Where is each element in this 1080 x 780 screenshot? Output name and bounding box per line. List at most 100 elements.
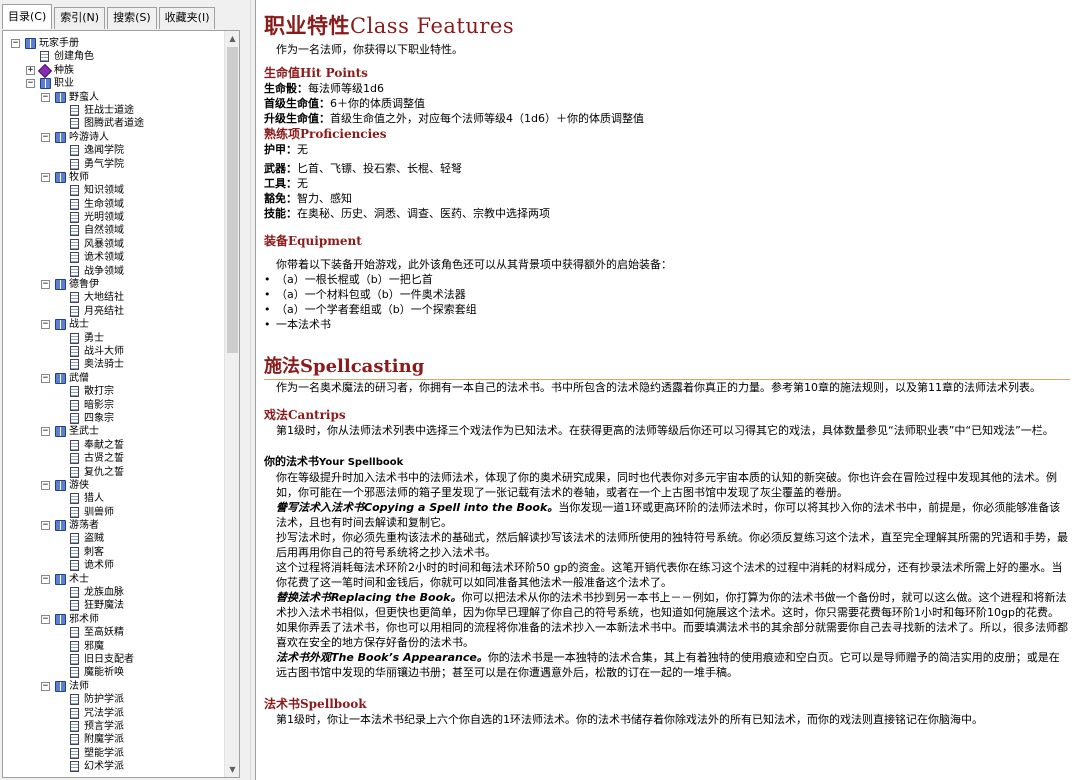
spellbook-para-1: 你在等级提升时加入法术书中的法师法术，体现了你的奥术研究成果，同时也代表你对多元… [276,471,1057,499]
tree-item[interactable]: 驯兽师 [3,506,223,519]
tree-item[interactable]: − 野蛮人 [3,91,223,104]
title-en: Class Features [350,14,515,38]
tree-item[interactable]: + 种族 [3,63,223,78]
tree-item[interactable]: − 玩家手册 [3,37,223,50]
tree-item[interactable]: 四象宗 [3,412,223,425]
tree-item[interactable]: − 牧师 [3,171,223,184]
collapse-icon[interactable]: − [41,172,50,182]
tree-item[interactable]: 盗贼 [3,532,223,545]
tree-item[interactable]: 狂战士道途 [3,104,223,117]
tree-item[interactable]: 复仇之誓 [3,466,223,479]
spellbook-text: 第1级时，你让一本法术书纪录上六个你自选的1环法师法术。你的法术书储存着你除戏法… [276,713,983,726]
tree-item[interactable]: 塑能学派 [3,747,223,760]
tree-scrollbar[interactable]: ▲ ▼ [224,31,239,777]
tree-item[interactable]: 奥法骑士 [3,358,223,371]
your-spellbook-heading-en: Your Spellbook [319,457,404,468]
tree-item[interactable]: 猎人 [3,492,223,505]
collapse-icon[interactable]: − [26,79,35,89]
page-icon [70,399,79,411]
tree-item[interactable]: − 邪术师 [3,613,223,626]
collapse-icon[interactable]: − [41,480,50,490]
tree-item-label: 武僧 [69,372,89,384]
tree-item[interactable]: 自然领域 [3,224,223,237]
tree-item[interactable]: − 游荡者 [3,519,223,532]
tree-item[interactable]: − 职业 [3,77,223,90]
tree-item-label: 散打宗 [84,386,114,398]
tree-item[interactable]: 图腾武者道途 [3,117,223,130]
tree-item[interactable]: 诡术师 [3,559,223,572]
tree-item[interactable]: 预言学派 [3,720,223,733]
tree-item[interactable]: 幻术学派 [3,760,223,773]
tree-item[interactable]: − 术士 [3,573,223,586]
tree-item[interactable]: − 德鲁伊 [3,278,223,291]
tree-item[interactable]: 光明领域 [3,211,223,224]
book-icon [55,131,66,143]
collapse-icon[interactable]: − [41,92,50,102]
collapse-icon[interactable]: − [41,574,50,584]
equipment-list: • （a）一根长棍或（b）一把匕首 • （a）一个材料包或（b）一件奥术法器 • （a）一… [264,272,1070,332]
nav-tabs: 目录(C) 索引(N) 搜索(S) 收藏夹(I) [2,4,217,29]
article-pane[interactable]: 职业特性Class Features 作为一名法师，你获得以下职业特性。 生命值… [256,0,1080,780]
collapse-icon[interactable]: − [41,320,50,330]
spellcasting-heading: 施法Spellcasting [264,352,1070,380]
tab-3[interactable]: 收藏夹(I) [158,7,216,29]
scroll-thumb[interactable] [227,47,238,353]
tree-item[interactable]: 勇气学院 [3,158,223,171]
tab-1[interactable]: 索引(N) [54,7,106,29]
tree-item[interactable]: − 吟游诗人 [3,131,223,144]
tree-item-label: 玩家手册 [39,38,79,49]
tree-item[interactable]: 旧日支配者 [3,653,223,666]
tab-0[interactable]: 目录(C) [2,4,53,29]
tree-item[interactable]: 至高妖精 [3,626,223,639]
tree-item[interactable]: 防护学派 [3,693,223,706]
collapse-icon[interactable]: − [41,427,50,437]
book-icon [55,279,66,291]
tab-2[interactable]: 搜索(S) [107,7,157,29]
tree-item[interactable]: 咒法学派 [3,707,223,720]
tree-item[interactable]: 暗影宗 [3,399,223,412]
page-icon [70,533,79,545]
tree-item[interactable]: − 战士 [3,318,223,331]
collapse-icon[interactable]: − [11,39,20,48]
proficiencies-list: 武器：匕首、飞镖、投石索、长棍、轻弩 工具：无 豁免：智力、感知 技能：在奥秘、历史、… [264,161,1070,221]
collapse-icon[interactable]: − [41,280,50,290]
tree-item[interactable]: 附魔学派 [3,733,223,746]
tree-item[interactable]: 战斗大师 [3,345,223,358]
tree-item[interactable]: 创建角色 [3,50,223,63]
spellbook-appearance-para: 法术书外观The Book’s Appearance。你的法术书是一本独特的法术… [264,650,1070,680]
tree-item[interactable]: − 武僧 [3,372,223,385]
collapse-icon[interactable]: − [41,373,50,383]
tree-item[interactable]: 魔能祈唤 [3,666,223,679]
tree-item[interactable]: 散打宗 [3,385,223,398]
tree-item-label: 月亮结社 [84,305,124,317]
tree-item[interactable]: − 圣武士 [3,425,223,438]
tree-item[interactable]: 知识领域 [3,184,223,197]
contents-tree[interactable]: − 玩家手册 创建角色 + 种族 − 职业 − 野蛮人 狂战士道途 图腾武者道途 − 吟游诗人 逸闻学院勇… [2,30,240,778]
tree-item[interactable]: 古贤之誓 [3,452,223,465]
book-icon [55,613,66,625]
tree-item[interactable]: 生命领域 [3,198,223,211]
expand-icon[interactable]: + [26,65,35,75]
tree-item[interactable]: 风暴领域 [3,238,223,251]
collapse-icon[interactable]: − [41,681,50,691]
tree-item[interactable]: 龙族血脉 [3,586,223,599]
book-appearance-label: 法术书外观The Book’s Appearance。 [276,651,488,664]
tree-item[interactable]: 月亮结社 [3,305,223,318]
tree-item[interactable]: 诡术领域 [3,251,223,264]
tree-item[interactable]: 狂野魔法 [3,599,223,612]
collapse-icon[interactable]: − [41,132,50,142]
scroll-down-arrow-icon[interactable]: ▼ [225,762,239,777]
scroll-up-arrow-icon[interactable]: ▲ [225,31,239,46]
tree-item[interactable]: 逸闻学院 [3,144,223,157]
tree-item[interactable]: 奉献之誓 [3,439,223,452]
tree-item[interactable]: 大地结社 [3,291,223,304]
tree-item[interactable]: − 法师 [3,680,223,693]
tree-item[interactable]: 邪魔 [3,640,223,653]
tree-item[interactable]: 勇士 [3,332,223,345]
tree-item[interactable]: 刺客 [3,546,223,559]
tree-item[interactable]: 战争领域 [3,265,223,278]
tree-item-label: 自然领域 [84,225,124,237]
tree-item[interactable]: − 游侠 [3,479,223,492]
collapse-icon[interactable]: − [41,614,50,624]
collapse-icon[interactable]: − [41,521,50,531]
